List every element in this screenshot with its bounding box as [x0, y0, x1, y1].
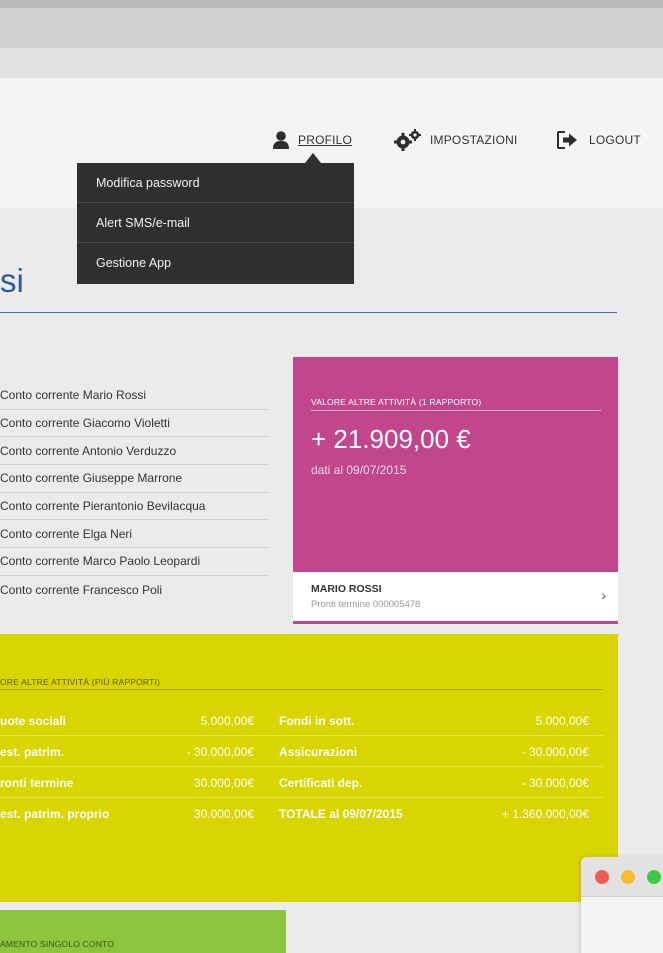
title-divider [0, 312, 617, 313]
row-value: 30.000,00€ [193, 807, 254, 821]
account-item[interactable]: Conto corrente Francesco Poli [0, 576, 268, 604]
row-label: est. patrim. [0, 745, 65, 759]
menu-item-alert-sms[interactable]: Alert SMS/e-mail [77, 203, 354, 243]
menu-item-modifica-password[interactable]: Modifica password [77, 163, 354, 203]
menu-item-gestione-app[interactable]: Gestione App [77, 243, 354, 283]
row-value: - 30.000,00€ [521, 776, 589, 790]
altre-attivita-panel: ORE ALTRE ATTIVITÀ (PIÙ RAPPORTI) uote s… [0, 634, 618, 902]
browser-chrome-top [0, 0, 663, 48]
row-value: 5.000,00€ [535, 714, 589, 728]
table-row: est. patrim. - 30.000,00€ Assicurazioni … [0, 736, 603, 767]
row-label: Assicurazioni [279, 745, 358, 759]
browser-toolbar-strip [0, 48, 663, 78]
row-label: ronti termine [0, 776, 74, 790]
account-item[interactable]: Conto corrente Marco Paolo Leopardi [0, 548, 268, 576]
account-item[interactable]: Conto corrente Giuseppe Marrone [0, 465, 268, 493]
row-label: est. patrim. proprio [0, 807, 110, 821]
row-value: + 1.360.000,00€ [501, 807, 589, 821]
panel-label: ORE ALTRE ATTIVITÀ (PIÙ RAPPORTI) [0, 677, 161, 687]
accounts-list: Conto corrente Mario Rossi Conto corrent… [0, 382, 268, 604]
chevron-right-icon: › [601, 587, 606, 603]
card-owner-name: MARIO ROSSI [311, 583, 382, 595]
card-label: VALORE ALTRE ATTIVITÀ (1 RAPPORTO) [311, 397, 482, 407]
profile-dropdown-menu: Modifica password Alert SMS/e-mail Gesti… [77, 163, 354, 284]
table-row: ronti termine 30.000,00€ Certificati dep… [0, 767, 603, 798]
row-value: - 30.000,00€ [521, 745, 589, 759]
nav-logout[interactable]: LOGOUT [557, 129, 641, 151]
nav-impostazioni[interactable]: IMPOSTAZIONI [394, 129, 518, 151]
page-title: si [0, 262, 24, 299]
card-footer-link[interactable]: MARIO ROSSI Pronti termine 000005478 › [293, 572, 618, 624]
andamento-singolo-conto-panel: AMENTO SINGOLO CONTO [0, 910, 286, 953]
account-item[interactable]: Conto corrente Mario Rossi [0, 382, 268, 410]
panel-label: AMENTO SINGOLO CONTO [0, 939, 115, 949]
panel-divider [0, 689, 603, 690]
minimize-window-button[interactable] [621, 870, 635, 884]
account-item[interactable]: Conto corrente Giacomo Violetti [0, 410, 268, 438]
logout-icon [557, 131, 579, 149]
gears-icon [394, 129, 422, 151]
row-label: uote sociali [0, 714, 67, 728]
table-row: uote sociali 5.000,00€ Fondi in sott. 5.… [0, 705, 603, 736]
row-label: Certificati dep. [279, 776, 363, 790]
row-value: 5.000,00€ [200, 714, 254, 728]
account-item[interactable]: Conto corrente Pierantonio Bevilacqua [0, 493, 268, 521]
user-icon [272, 130, 290, 150]
account-item[interactable]: Conto corrente Antonio Verduzzo [0, 437, 268, 466]
nav-profilo[interactable]: PROFILO [272, 129, 352, 151]
mini-window [581, 857, 663, 953]
nav-impostazioni-label: IMPOSTAZIONI [430, 133, 518, 147]
row-label: Fondi in sott. [279, 714, 355, 728]
window-titlebar [581, 857, 663, 897]
valore-altre-attivita-card: VALORE ALTRE ATTIVITÀ (1 RAPPORTO) + 21.… [293, 357, 618, 572]
card-divider [311, 410, 601, 411]
nav-profilo-label: PROFILO [298, 133, 353, 147]
nav-logout-label: LOGOUT [589, 133, 641, 147]
row-label: TOTALE al 09/07/2015 [279, 807, 403, 821]
card-value: + 21.909,00 € [311, 424, 471, 454]
row-value: 30.000,00€ [193, 776, 254, 790]
close-window-button[interactable] [595, 870, 609, 884]
row-value: - 30.000,00€ [186, 745, 254, 759]
dropdown-caret [305, 153, 321, 163]
table-row: est. patrim. proprio 30.000,00€ TOTALE a… [0, 798, 603, 829]
card-product-sub: Pronti termine 000005478 [311, 599, 421, 610]
card-date: dati al 09/07/2015 [311, 463, 407, 477]
account-item[interactable]: Conto corrente Elga Neri [0, 520, 268, 549]
maximize-window-button[interactable] [647, 870, 661, 884]
